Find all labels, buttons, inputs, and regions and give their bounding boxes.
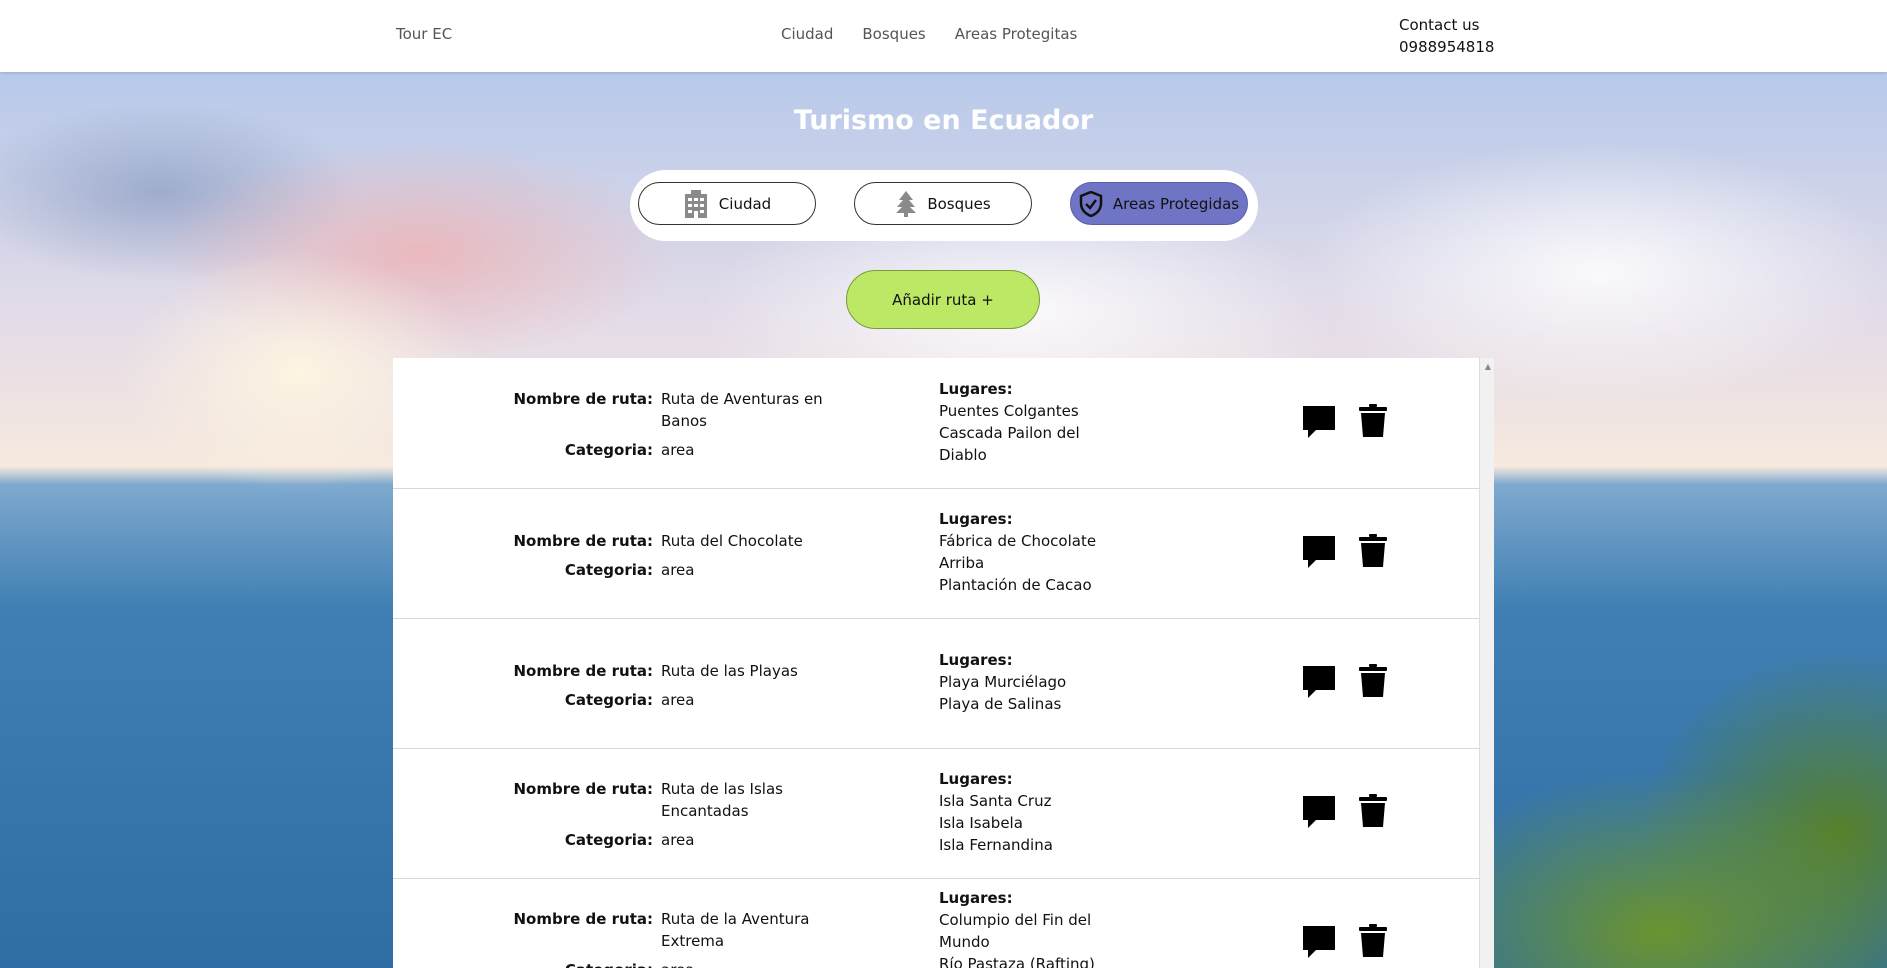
- route-places-label: Lugares:: [939, 651, 1013, 669]
- route-places: Lugares: Playa Murciélago Playa de Salina…: [939, 649, 1109, 715]
- comment-icon[interactable]: [1302, 665, 1336, 703]
- add-route-button[interactable]: Añadir ruta +: [846, 270, 1040, 329]
- trash-icon[interactable]: [1359, 924, 1387, 962]
- routes-list-panel: Nombre de ruta: Ruta de Aventuras en Ban…: [393, 358, 1494, 968]
- route-places-label: Lugares:: [939, 380, 1013, 398]
- route-category-field: Categoria: area: [393, 559, 831, 581]
- route-category-label: Categoria:: [393, 959, 661, 968]
- building-icon: [683, 189, 709, 218]
- route-place-item: Playa Murciélago: [939, 673, 1067, 691]
- route-name-field: Nombre de ruta: Ruta de las Playas: [393, 660, 831, 682]
- shield-icon: [1079, 190, 1103, 217]
- comment-icon[interactable]: [1302, 405, 1336, 443]
- route-name-label: Nombre de ruta:: [513, 910, 653, 928]
- comment-icon[interactable]: [1302, 535, 1336, 573]
- route-category-value: area: [661, 959, 831, 968]
- route-category-value: area: [661, 831, 695, 849]
- route-row: Nombre de ruta: Ruta de las Islas Encant…: [393, 748, 1479, 879]
- route-name-label: Nombre de ruta:: [513, 390, 653, 408]
- route-category-value: area: [661, 561, 695, 579]
- route-category-field: Categoria: area: [393, 829, 831, 851]
- main-nav: Ciudad Bosques Areas Protegitas: [781, 25, 1077, 43]
- route-name-label: Nombre de ruta:: [513, 662, 653, 680]
- route-name-field: Nombre de ruta: Ruta del Chocolate: [393, 530, 831, 552]
- scrollbar[interactable]: ▲: [1479, 358, 1494, 968]
- filter-bosques-label: Bosques: [927, 194, 991, 213]
- route-places-label: Lugares:: [939, 770, 1013, 788]
- route-place-item: Columpio del Fin del Mundo: [939, 911, 1092, 951]
- route-place-item: Río Pastaza (Rafting): [939, 955, 1095, 968]
- route-category-field: Categoria: area: [393, 689, 831, 711]
- brand-link[interactable]: Tour EC: [396, 25, 452, 43]
- comment-icon[interactable]: [1302, 795, 1336, 833]
- nav-link-ciudad[interactable]: Ciudad: [781, 25, 833, 43]
- route-place-item: Cascada Pailon del Diablo: [939, 424, 1080, 464]
- nav-link-areas[interactable]: Areas Protegitas: [955, 25, 1078, 43]
- route-places: Lugares: Fábrica de Chocolate Arriba Plan…: [939, 508, 1109, 596]
- route-name-value: Ruta de las Playas: [661, 662, 798, 680]
- route-name-value: Ruta de las Islas Encantadas: [661, 780, 783, 820]
- route-category-field: Categoria: area: [393, 439, 831, 461]
- contact-phone: 0988954818: [1399, 38, 1495, 56]
- filter-bosques-button[interactable]: Bosques: [854, 182, 1032, 225]
- route-place-item: Isla Santa Cruz: [939, 792, 1052, 810]
- filter-areas-protegidas-button[interactable]: Areas Protegidas: [1070, 182, 1248, 225]
- route-row: Nombre de ruta: Ruta del Chocolate Categ…: [393, 488, 1479, 619]
- route-places-label: Lugares:: [939, 510, 1013, 528]
- route-row: Nombre de ruta: Ruta de las Playas Categ…: [393, 618, 1479, 749]
- route-place-item: Fábrica de Chocolate Arriba: [939, 532, 1097, 572]
- nav-link-bosques[interactable]: Bosques: [862, 25, 925, 43]
- filter-ciudad-button[interactable]: Ciudad: [638, 182, 816, 225]
- route-places-label: Lugares:: [939, 889, 1013, 907]
- route-places: Lugares: Columpio del Fin del Mundo Río P…: [939, 887, 1109, 968]
- route-name-value: Ruta de la Aventura Extrema: [661, 910, 810, 950]
- route-places: Lugares: Isla Santa Cruz Isla Isabela Isla…: [939, 768, 1109, 856]
- contact-info: Contact us 0988954818: [1399, 14, 1494, 58]
- route-category-field: Categoria: area: [393, 959, 831, 968]
- filter-areas-protegidas-label: Areas Protegidas: [1112, 194, 1240, 213]
- route-place-item: Playa de Salinas: [939, 695, 1062, 713]
- route-name-label: Nombre de ruta:: [513, 780, 653, 798]
- comment-icon[interactable]: [1302, 925, 1336, 963]
- route-place-item: Puentes Colgantes: [939, 402, 1079, 420]
- route-name-field: Nombre de ruta: Ruta de las Islas Encant…: [393, 778, 831, 822]
- route-category-label: Categoria:: [564, 561, 653, 579]
- trash-icon[interactable]: [1359, 404, 1387, 442]
- route-category-label: Categoria:: [564, 691, 653, 709]
- trash-icon[interactable]: [1359, 794, 1387, 832]
- scroll-up-arrow-icon[interactable]: ▲: [1485, 362, 1491, 371]
- route-place-item: Plantación de Cacao: [939, 576, 1092, 594]
- route-category-label: Categoria:: [564, 831, 653, 849]
- route-row: Nombre de ruta: Ruta de Aventuras en Ban…: [393, 358, 1479, 489]
- route-name-field: Nombre de ruta: Ruta de la Aventura Extr…: [393, 908, 831, 952]
- route-category-label: Categoria:: [564, 441, 653, 459]
- category-filter-bar: Ciudad Bosques Areas Protegidas: [630, 170, 1258, 241]
- route-name-field: Nombre de ruta: Ruta de Aventuras en Ban…: [393, 388, 831, 432]
- route-name-value: Ruta de Aventuras en Banos: [661, 390, 823, 430]
- route-row: Nombre de ruta: Ruta de la Aventura Extr…: [393, 878, 1479, 968]
- tree-icon: [895, 190, 917, 217]
- page-title: Turismo en Ecuador: [793, 105, 1094, 136]
- top-navbar: Tour EC Ciudad Bosques Areas Protegitas …: [0, 0, 1887, 72]
- route-category-value: area: [661, 691, 695, 709]
- route-place-item: Isla Fernandina: [939, 836, 1053, 854]
- filter-ciudad-label: Ciudad: [718, 194, 772, 213]
- contact-label: Contact us: [1399, 16, 1480, 34]
- route-name-value: Ruta del Chocolate: [661, 532, 803, 550]
- route-places: Lugares: Puentes Colgantes Cascada Pailon…: [939, 378, 1109, 466]
- trash-icon[interactable]: [1359, 664, 1387, 702]
- trash-icon[interactable]: [1359, 534, 1387, 572]
- route-name-label: Nombre de ruta:: [513, 532, 653, 550]
- route-category-value: area: [661, 441, 695, 459]
- route-place-item: Isla Isabela: [939, 814, 1023, 832]
